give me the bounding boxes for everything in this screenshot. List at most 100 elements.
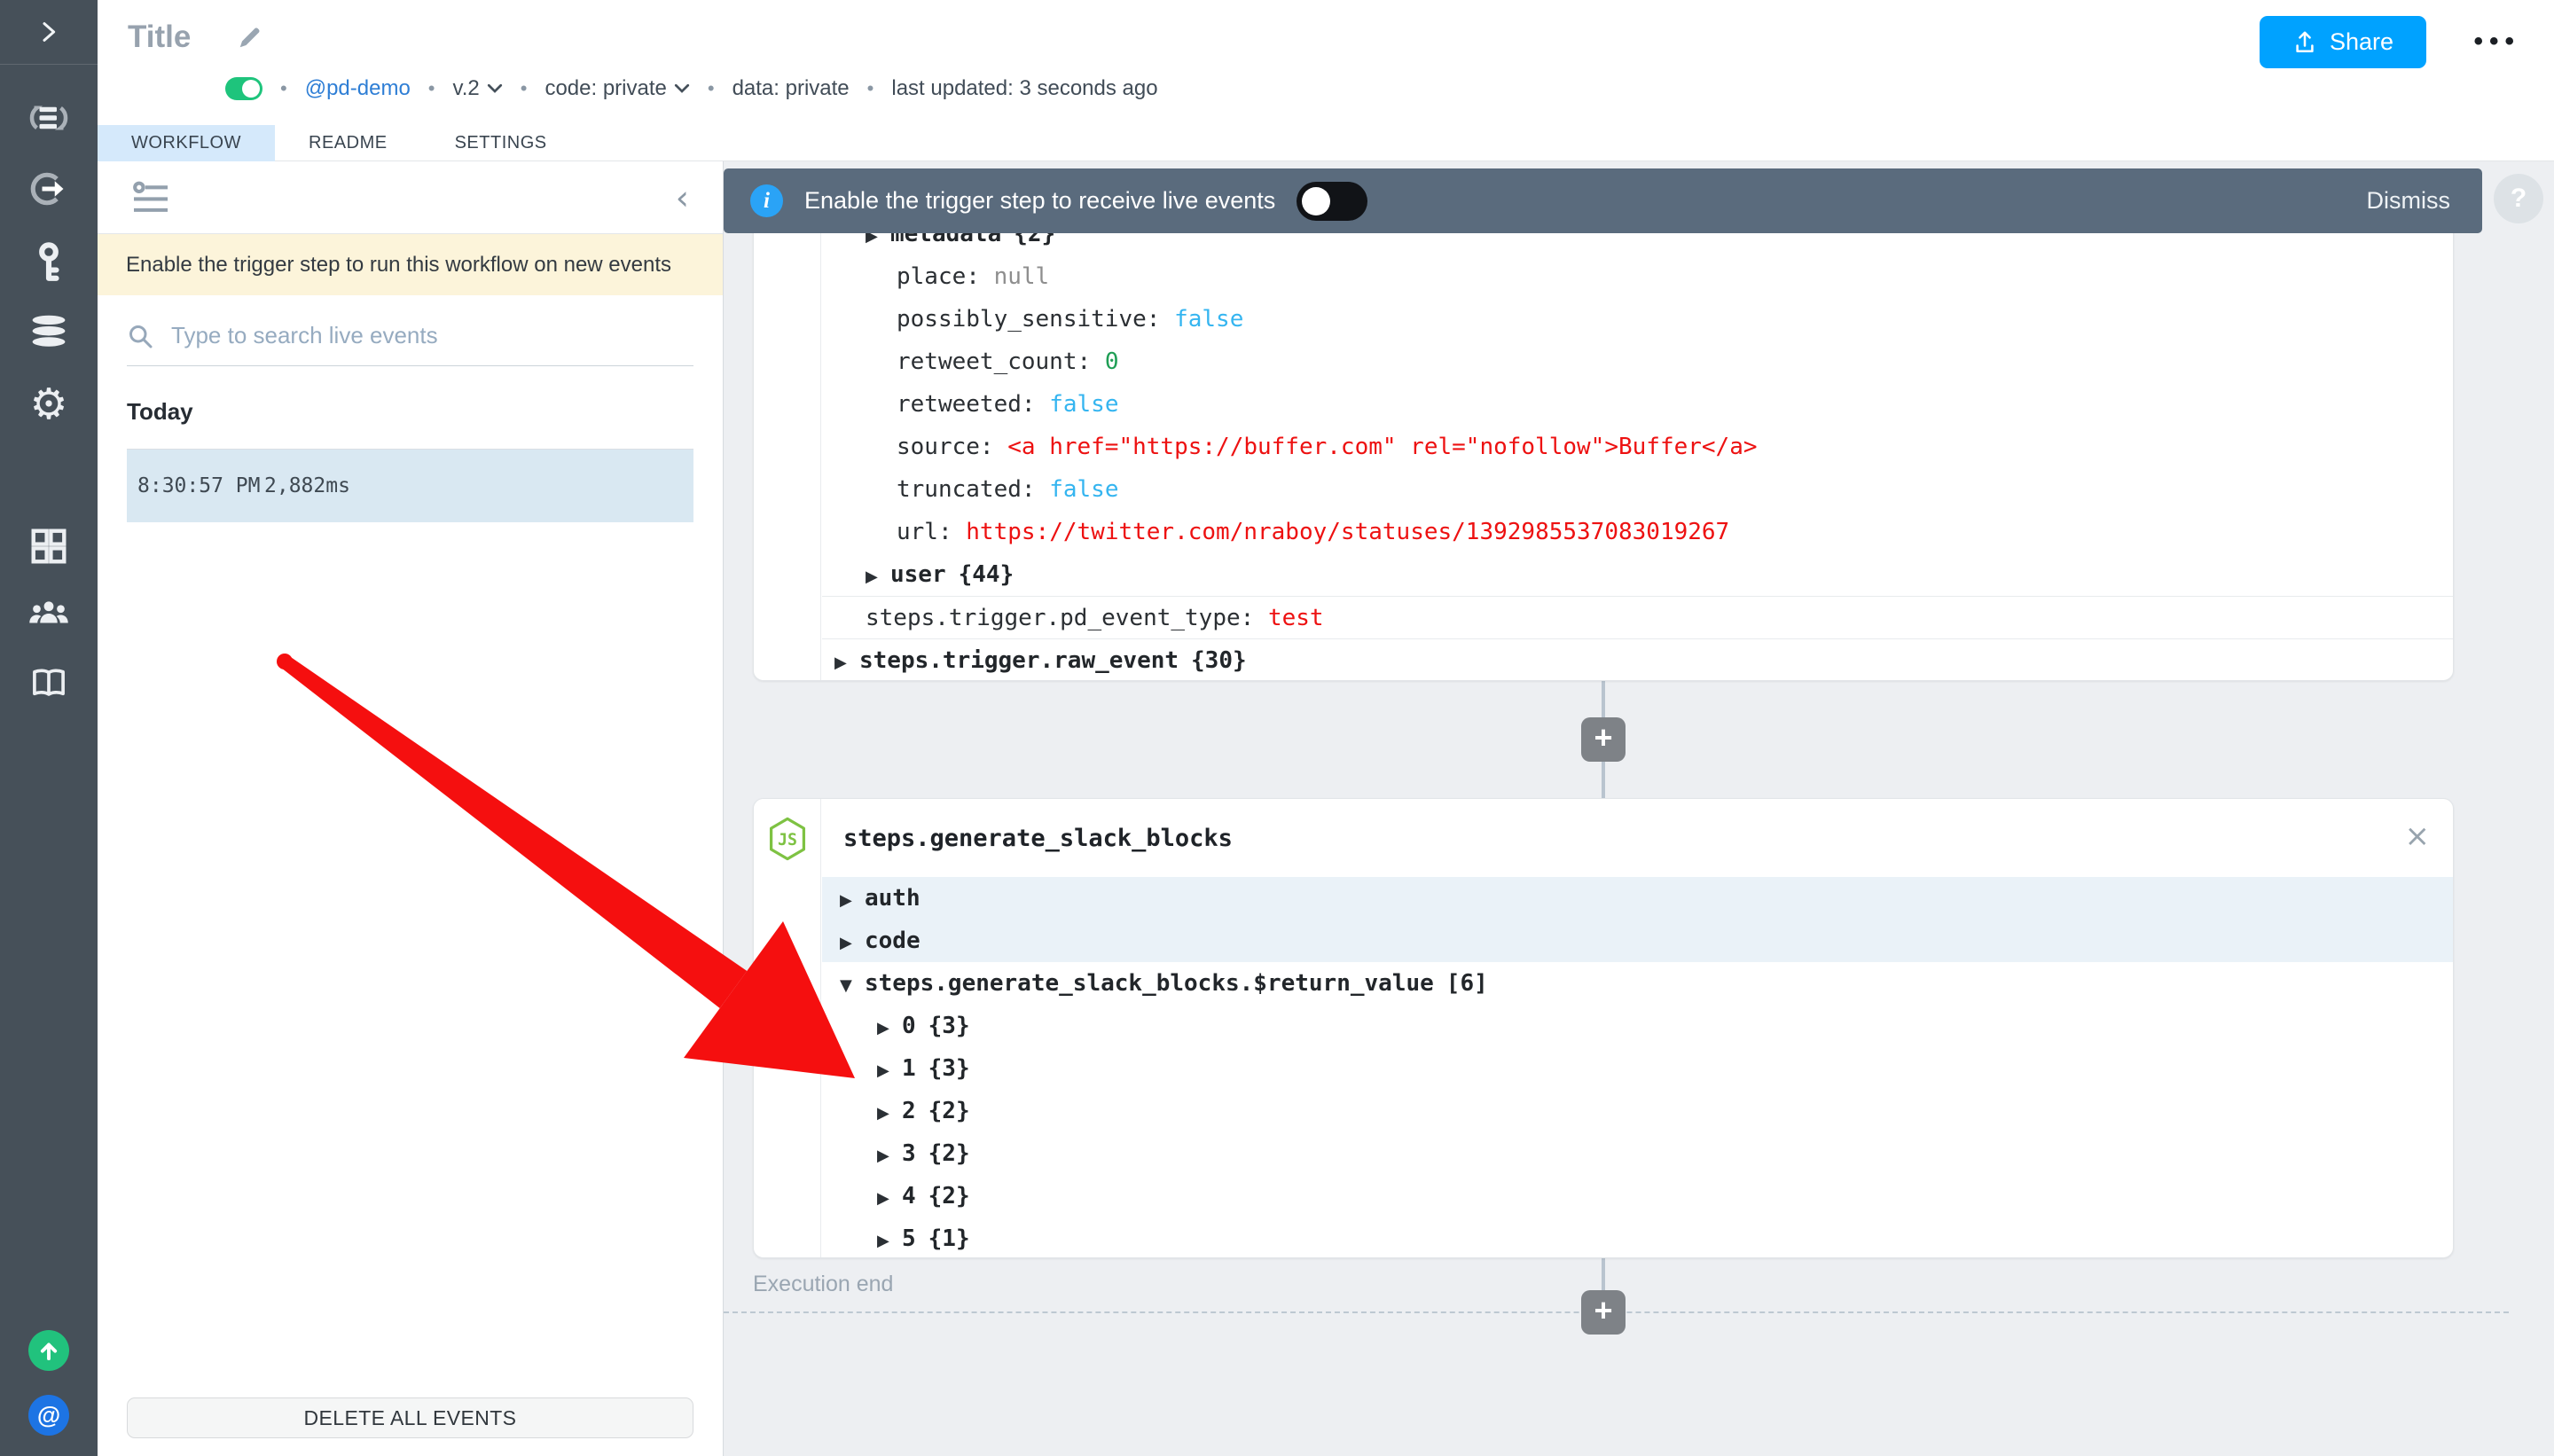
- deploy-toggle[interactable]: [225, 77, 262, 100]
- tree-row-3[interactable]: ▶ 3 {2}: [822, 1132, 2453, 1175]
- gear-icon: ⚙: [29, 381, 68, 428]
- events-panel: ‹ Enable the trigger step to run this wo…: [98, 161, 724, 1456]
- database-icon: [32, 315, 66, 347]
- account-link[interactable]: @pd-demo: [305, 76, 411, 101]
- live-events-toggle[interactable]: [1297, 181, 1368, 221]
- svg-text:JS: JS: [778, 831, 797, 849]
- share-icon: [2296, 31, 2314, 52]
- event-source-icon: [30, 172, 64, 206]
- filter-icon[interactable]: [131, 181, 170, 215]
- step-gutter: [754, 209, 821, 680]
- workflow-canvas: Execution end ▶ metadata {2} place: null poss…: [724, 161, 2554, 1456]
- tree-row-steps.generate_slack_blocks.$return_value[interactable]: ▼ steps.generate_slack_blocks.$return_val…: [822, 962, 2453, 1005]
- step-gutter: [754, 799, 821, 1257]
- update-arrow-icon: [28, 1330, 69, 1371]
- sidebar-item-community[interactable]: [0, 596, 98, 631]
- add-step-button[interactable]: +: [1581, 1290, 1626, 1335]
- chevron-down-icon: [674, 83, 689, 93]
- expand-icon[interactable]: ▶: [877, 1178, 902, 1220]
- tree-row-0[interactable]: ▶ 0 {3}: [822, 1005, 2453, 1047]
- data-visibility: data: private: [732, 76, 850, 100]
- tree-row-steps.trigger.raw_event[interactable]: ▶ steps.trigger.raw_event {30}: [822, 638, 2453, 680]
- sidebar-expand-button[interactable]: [0, 0, 98, 65]
- tree-row-1[interactable]: ▶ 1 {3}: [822, 1047, 2453, 1090]
- expand-icon[interactable]: ▶: [877, 1220, 902, 1257]
- expand-icon[interactable]: ▶: [840, 880, 865, 922]
- help-button[interactable]: ?: [2494, 174, 2543, 223]
- expand-icon[interactable]: ▶: [877, 1092, 902, 1135]
- search-input[interactable]: [171, 322, 668, 349]
- expand-icon[interactable]: ▶: [866, 556, 890, 599]
- tree-row-retweeted: retweeted: false: [897, 391, 1119, 418]
- tree-row-2[interactable]: ▶ 2 {2}: [822, 1090, 2453, 1132]
- collapse-panel-button[interactable]: ‹: [676, 181, 689, 215]
- sidebar-item-workflows[interactable]: [0, 98, 98, 137]
- tree-row-steps.trigger.pd_event_type: steps.trigger.pd_event_type: test: [822, 596, 2453, 638]
- sidebar: ⚙ @: [0, 0, 98, 1456]
- search-row: [127, 322, 693, 366]
- event-list-item[interactable]: 8:30:57 PM 2,882ms: [127, 450, 693, 522]
- share-button[interactable]: Share: [2260, 16, 2426, 68]
- add-step-button[interactable]: +: [1581, 717, 1626, 762]
- code-step-card: JS × steps.generate_slack_blocks ▶ auth ▶ c…: [753, 798, 2454, 1258]
- last-updated: last updated: 3 seconds ago: [891, 76, 1158, 100]
- sidebar-item-docs[interactable]: [0, 665, 98, 701]
- search-icon: [129, 325, 153, 348]
- book-icon: [33, 669, 65, 696]
- tree-row-possibly_sensitive: possibly_sensitive: false: [897, 306, 1244, 333]
- workflows-icon: [29, 106, 68, 130]
- overflow-menu-button[interactable]: •••: [2473, 27, 2520, 57]
- banner-text: Enable the trigger step to receive live …: [804, 187, 1276, 214]
- sidebar-item-support[interactable]: @: [0, 1395, 98, 1436]
- tree-row-auth[interactable]: ▶ auth: [822, 877, 2453, 920]
- trigger-json-tree: ▶ metadata {2} place: null possibly_sensitive…: [822, 209, 2453, 680]
- code-visibility-dropdown[interactable]: code: private: [544, 76, 689, 101]
- step-json-tree: ▶ auth ▶ code ▼ steps.generate_slack_blocks.$…: [822, 877, 2453, 1257]
- close-step-icon[interactable]: ×: [2405, 818, 2431, 854]
- expand-icon[interactable]: ▶: [877, 1007, 902, 1050]
- tab-settings[interactable]: SETTINGS: [421, 125, 581, 161]
- edit-title-icon[interactable]: [237, 24, 263, 51]
- chevron-right-icon: [43, 22, 56, 42]
- expand-icon[interactable]: ▶: [840, 922, 865, 965]
- expand-icon[interactable]: ▶: [877, 1135, 902, 1178]
- workflow-meta-row: • @pd-demo • v.2 • code: private • data:…: [225, 76, 1158, 101]
- sidebar-item-apps[interactable]: [0, 527, 98, 566]
- tab-bar: WORKFLOW README SETTINGS: [98, 125, 2554, 161]
- share-label: Share: [2329, 28, 2394, 55]
- app: Title Share ••• • @pd-demo • v.2 • code:…: [98, 0, 2554, 1456]
- tree-row-5[interactable]: ▶ 5 {1}: [822, 1217, 2453, 1257]
- trigger-result-card: ▶ metadata {2} place: null possibly_sensitive…: [753, 208, 2454, 681]
- tree-row-4[interactable]: ▶ 4 {2}: [822, 1175, 2453, 1217]
- key-icon: [39, 242, 59, 281]
- sidebar-item-accounts[interactable]: [0, 241, 98, 284]
- dismiss-button[interactable]: Dismiss: [2367, 187, 2456, 215]
- expand-icon[interactable]: ▶: [877, 1050, 902, 1092]
- at-icon: @: [28, 1395, 69, 1436]
- sidebar-item-updates[interactable]: [0, 1330, 98, 1371]
- tree-row-code[interactable]: ▶ code: [822, 920, 2453, 962]
- tree-row-source: source: <a href="https://buffer.com" rel=…: [897, 434, 1758, 460]
- tab-workflow[interactable]: WORKFLOW: [98, 125, 275, 161]
- tree-row-user[interactable]: ▶ user {44}: [822, 553, 2453, 596]
- chevron-down-icon: [487, 83, 502, 93]
- live-events-banner: i Enable the trigger step to receive liv…: [724, 168, 2482, 233]
- page-title: Title: [128, 20, 192, 54]
- tab-readme[interactable]: README: [275, 125, 421, 161]
- event-time: 8:30:57 PM: [137, 474, 261, 497]
- events-group-label: Today: [127, 398, 193, 425]
- sidebar-item-event-sources[interactable]: [0, 170, 98, 207]
- apps-grid-icon: [31, 528, 67, 564]
- nodejs-icon: JS: [767, 817, 808, 865]
- collapse-icon[interactable]: ▼: [840, 965, 865, 1007]
- delete-all-events-button[interactable]: DELETE ALL EVENTS: [127, 1397, 693, 1438]
- event-duration: 2,882ms: [264, 474, 350, 497]
- expand-icon[interactable]: ▶: [834, 642, 859, 680]
- tree-row-url: url: https://twitter.com/nraboy/statuses/…: [897, 519, 1730, 545]
- sidebar-item-settings[interactable]: ⚙: [0, 380, 98, 429]
- version-dropdown[interactable]: v.2: [453, 76, 503, 101]
- info-icon: i: [750, 184, 783, 217]
- tree-row-place: place: null: [897, 263, 1050, 290]
- tree-row-truncated: truncated: false: [897, 476, 1119, 503]
- sidebar-item-data-stores[interactable]: [0, 314, 98, 349]
